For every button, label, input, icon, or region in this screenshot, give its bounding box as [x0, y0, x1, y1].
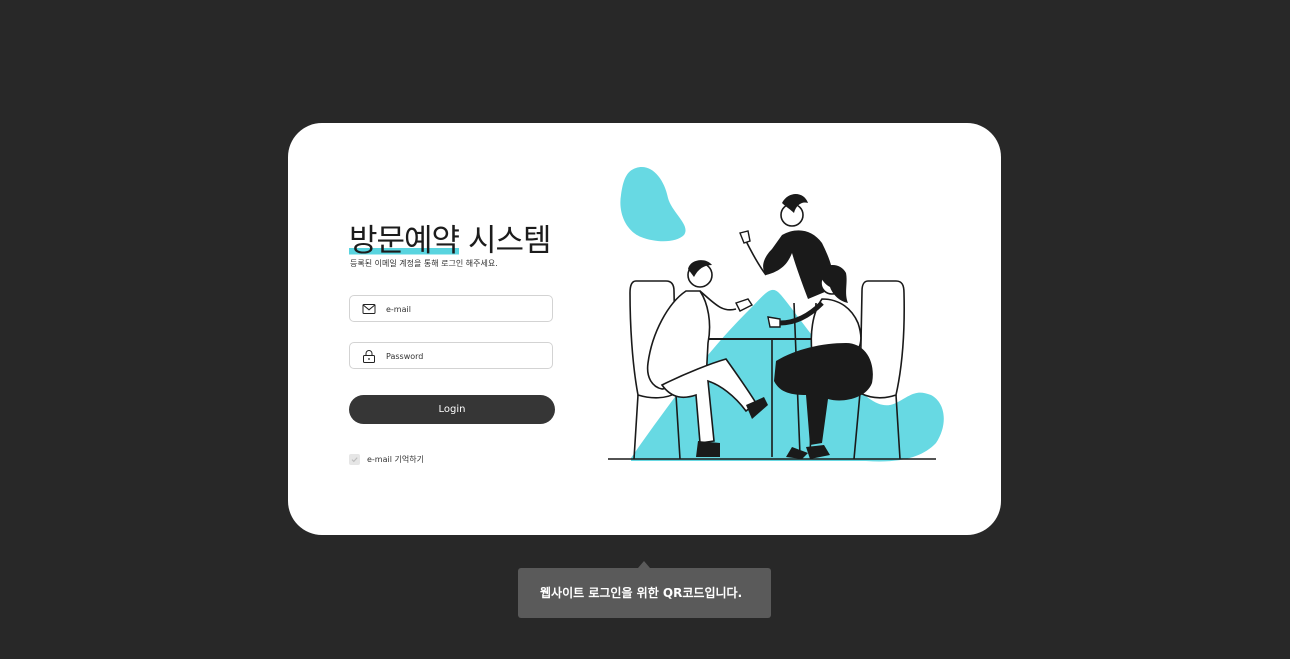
remember-email-label: e-mail 기억하기 — [367, 455, 424, 464]
remember-email-checkbox[interactable] — [349, 454, 360, 465]
check-icon — [351, 457, 358, 463]
password-field — [349, 342, 553, 369]
meeting-illustration — [608, 167, 944, 462]
screen: 방문예약 시스템 등록된 이메일 계정을 통해 로그인 해주세요. Login — [0, 0, 1290, 659]
login-card: 방문예약 시스템 등록된 이메일 계정을 통해 로그인 해주세요. Login — [288, 123, 1001, 535]
login-subtitle: 등록된 이메일 계정을 통해 로그인 해주세요. — [350, 259, 498, 268]
page-title: 방문예약 시스템 — [349, 215, 552, 260]
mail-icon — [362, 304, 376, 314]
email-input[interactable] — [386, 300, 546, 318]
password-input[interactable] — [386, 347, 546, 365]
email-field — [349, 295, 553, 322]
qr-tooltip: 웹사이트 로그인을 위한 QR코드입니다. — [518, 568, 771, 618]
title-rest: 시스템 — [459, 223, 552, 259]
title-highlight: 방문예약 — [349, 223, 460, 259]
remember-email-option[interactable]: e-mail 기억하기 — [349, 453, 424, 466]
tooltip-arrow — [638, 561, 650, 568]
lock-icon — [363, 350, 375, 363]
login-button[interactable]: Login — [349, 395, 555, 424]
